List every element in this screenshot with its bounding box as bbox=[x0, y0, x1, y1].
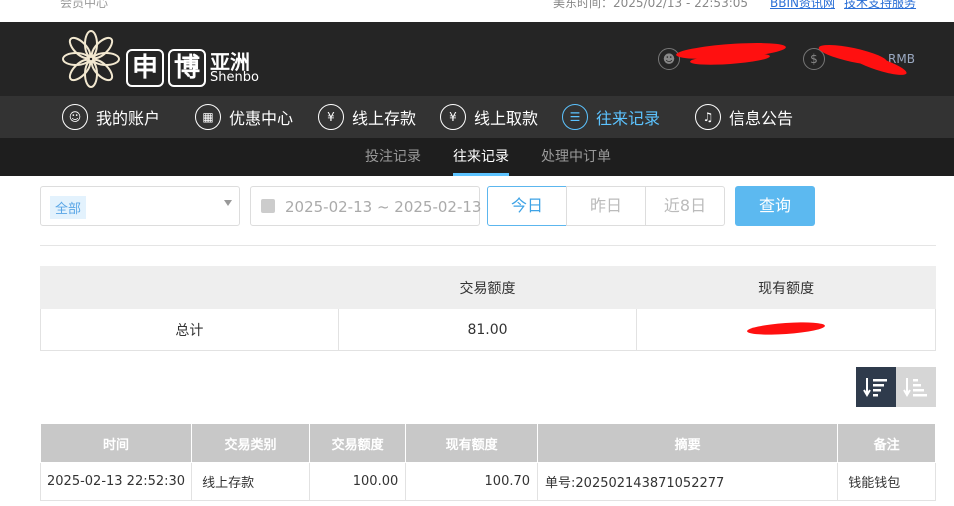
cell-trade-amount: 100.00 bbox=[308, 462, 407, 501]
bell-icon: ♫ bbox=[695, 104, 721, 130]
sub-nav: 投注记录 往来记录 处理中订单 bbox=[0, 138, 954, 176]
table-row: 2025-02-13 22:52:30 线上存款 100.00 100.70 单… bbox=[39, 462, 936, 501]
date-range-value: 2025-02-13 ~ 2025-02-13 bbox=[285, 198, 482, 216]
quick-yesterday-button[interactable]: 昨日 bbox=[566, 186, 646, 226]
nav-item-label: 线上存款 bbox=[352, 109, 417, 128]
summary-header-cell bbox=[40, 266, 339, 309]
nav-item-label: 优惠中心 bbox=[229, 109, 294, 128]
member-center-link[interactable]: 会员中心 bbox=[60, 0, 108, 11]
nav-item-label: 往来记录 bbox=[596, 109, 661, 128]
flower-logo-icon bbox=[62, 30, 120, 88]
tab-bet-records[interactable]: 投注记录 bbox=[365, 138, 421, 176]
sort-ascending-button[interactable] bbox=[896, 367, 936, 407]
date-range-input[interactable]: 2025-02-13 ~ 2025-02-13 bbox=[250, 186, 482, 226]
sort-asc-icon bbox=[903, 378, 927, 397]
summary-total-row: 总计 81.00 bbox=[40, 308, 936, 351]
transactions-header-row: 时间 交易类别 交易额度 现有额度 摘要 备注 bbox=[39, 423, 936, 463]
nav-item-deposit[interactable]: ¥ 线上存款 bbox=[318, 96, 416, 138]
calendar-icon bbox=[261, 199, 275, 213]
column-header-summary: 摘要 bbox=[537, 423, 839, 463]
site-header: 申 博 亚洲 Shenbo ☻ $ RMB bbox=[0, 22, 954, 96]
nav-item-label: 我的账户 bbox=[96, 109, 161, 128]
nav-item-promotions[interactable]: ▦ 优惠中心 bbox=[195, 96, 293, 138]
cell-time: 2025-02-13 22:52:30 bbox=[39, 462, 193, 501]
summary-total-balance bbox=[636, 308, 936, 351]
logo-char-bo: 博 bbox=[168, 49, 206, 87]
tab-transaction-records[interactable]: 往来记录 bbox=[453, 138, 509, 176]
gift-icon: ▦ bbox=[195, 104, 221, 130]
eastern-time-label: 美东时间：2025/02/13 - 22:53:05 bbox=[553, 0, 749, 10]
redaction-mark bbox=[747, 320, 826, 337]
main-nav: ☺ 我的账户 ▦ 优惠中心 ¥ 线上存款 ¥ 线上取款 ☰ 往来记录 ♫ 信息公… bbox=[0, 96, 954, 138]
logo-char-shen: 申 bbox=[126, 49, 164, 87]
type-select[interactable]: 全部 bbox=[40, 186, 240, 226]
bbin-news-link[interactable]: BBIN资讯网 bbox=[770, 0, 835, 11]
logo-subtitle-en: Shenbo bbox=[210, 70, 259, 85]
quick-today-button[interactable]: 今日 bbox=[487, 186, 567, 226]
nav-item-records[interactable]: ☰ 往来记录 bbox=[562, 96, 660, 138]
summary-table: 交易额度 现有额度 总计 81.00 bbox=[40, 266, 936, 351]
user-icon: ☺ bbox=[62, 104, 88, 130]
site-logo[interactable]: 申 博 亚洲 Shenbo bbox=[60, 28, 280, 90]
transactions-table: 时间 交易类别 交易额度 现有额度 摘要 备注 2025-02-13 22:52… bbox=[39, 423, 936, 501]
query-button[interactable]: 查询 bbox=[735, 186, 815, 226]
nav-item-withdraw[interactable]: ¥ 线上取款 bbox=[440, 96, 538, 138]
summary-total-trade-amount: 81.00 bbox=[337, 308, 638, 351]
type-select-value: 全部 bbox=[50, 196, 87, 219]
sort-descending-button[interactable] bbox=[856, 367, 896, 407]
chevron-down-icon bbox=[224, 200, 232, 206]
nav-item-announcements[interactable]: ♫ 信息公告 bbox=[695, 96, 793, 138]
cell-remark: 钱能钱包 bbox=[837, 462, 936, 501]
summary-header-trade-amount: 交易额度 bbox=[337, 266, 638, 309]
cell-summary: 单号:202502143871052277 bbox=[537, 462, 839, 501]
summary-total-label: 总计 bbox=[40, 308, 339, 351]
column-header-time: 时间 bbox=[39, 423, 193, 463]
records-icon: ☰ bbox=[562, 104, 588, 130]
withdraw-icon: ¥ bbox=[440, 104, 466, 130]
tab-pending-orders[interactable]: 处理中订单 bbox=[541, 138, 611, 176]
column-header-remark: 备注 bbox=[837, 423, 936, 463]
nav-item-my-account[interactable]: ☺ 我的账户 bbox=[62, 96, 160, 138]
quick-last8days-button[interactable]: 近8日 bbox=[645, 186, 725, 226]
sort-desc-icon bbox=[863, 378, 887, 397]
deposit-icon: ¥ bbox=[318, 104, 344, 130]
top-strip: 会员中心 美东时间：2025/02/13 - 22:53:05 BBIN资讯网 … bbox=[0, 0, 954, 22]
summary-header-balance: 现有额度 bbox=[636, 266, 936, 309]
summary-header-row: 交易额度 现有额度 bbox=[40, 266, 936, 309]
account-user-icon: ☻ bbox=[658, 48, 680, 70]
tech-support-link[interactable]: 技术支持服务 bbox=[844, 0, 916, 11]
column-header-trade-amount: 交易额度 bbox=[308, 423, 407, 463]
divider bbox=[40, 245, 936, 246]
cell-balance: 100.70 bbox=[405, 462, 539, 501]
column-header-balance: 现有额度 bbox=[405, 423, 539, 463]
column-header-type: 交易类别 bbox=[191, 423, 310, 463]
cell-type: 线上存款 bbox=[191, 462, 310, 501]
nav-item-label: 线上取款 bbox=[474, 109, 539, 128]
nav-item-label: 信息公告 bbox=[729, 109, 794, 128]
